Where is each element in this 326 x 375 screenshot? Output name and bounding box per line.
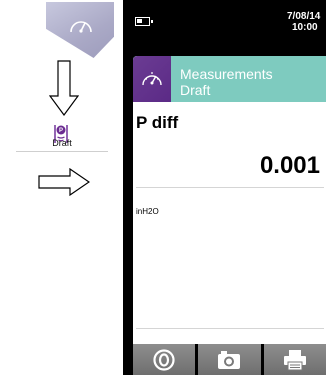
camera-button[interactable] <box>198 344 261 375</box>
printer-icon <box>283 349 306 370</box>
parameter-value: 0.001 <box>259 152 320 179</box>
right-arrow-icon <box>38 168 90 196</box>
gauge-icon <box>70 21 92 33</box>
battery-icon <box>135 17 153 26</box>
svg-text:P: P <box>59 128 63 134</box>
measurements-icon <box>133 56 171 102</box>
gauge-icon <box>142 72 162 86</box>
parameter-name: P diff <box>136 113 179 132</box>
header-title-line2: Draft <box>180 82 211 98</box>
status-time: 10:00 <box>292 22 318 33</box>
status-bar: 7/08/14 10:00 <box>123 0 326 46</box>
measurement-screen: Measurements Draft P diff 0.001 inH2O <box>133 56 326 344</box>
divider <box>136 187 324 188</box>
power-icon <box>153 348 175 371</box>
screen-header: Measurements Draft <box>133 56 326 102</box>
clock: 7/08/14 10:00 <box>287 11 326 33</box>
header-title: Measurements Draft <box>180 66 273 98</box>
camera-icon <box>218 350 241 369</box>
bottom-toolbar <box>133 344 326 375</box>
header-title-line1: Measurements <box>180 66 273 82</box>
print-button[interactable] <box>263 344 326 375</box>
gauge-menu-tile[interactable] <box>46 2 114 58</box>
divider <box>136 328 324 329</box>
parameter-unit: inH2O <box>136 207 159 216</box>
status-date: 7/08/14 <box>287 11 321 22</box>
power-button[interactable] <box>133 344 196 375</box>
draft-label: Draft <box>52 138 72 148</box>
down-arrow-icon <box>49 60 79 116</box>
